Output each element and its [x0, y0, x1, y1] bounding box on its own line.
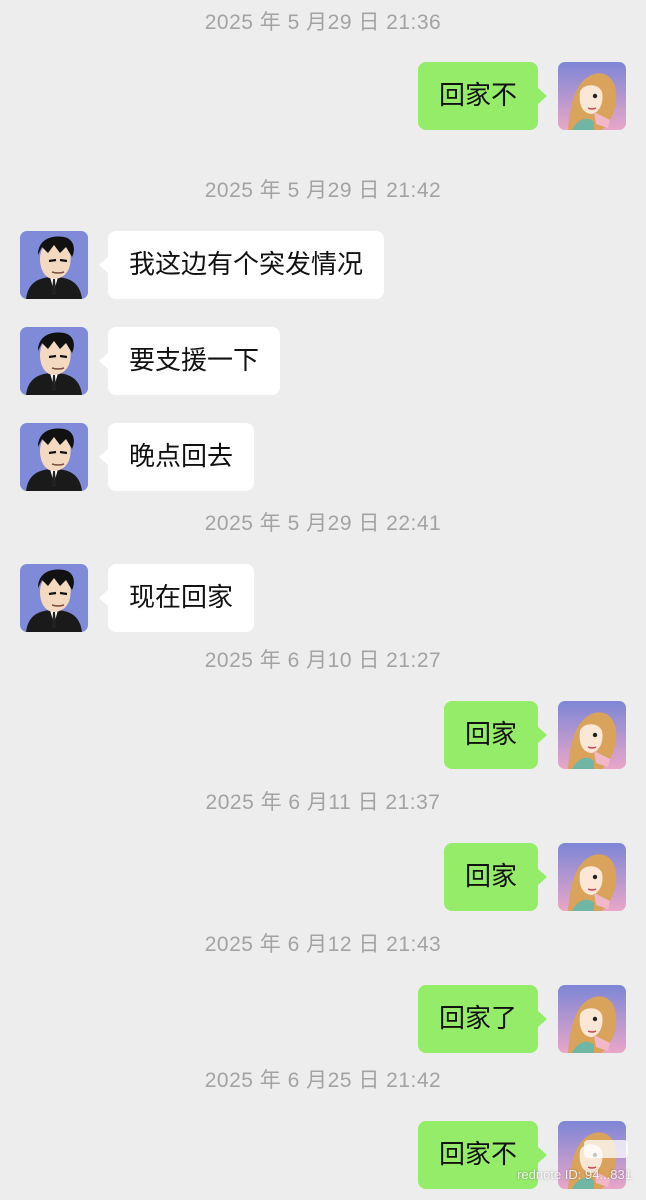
- cartoon-woman-avatar-icon: [558, 985, 626, 1053]
- contact-avatar[interactable]: [20, 423, 88, 491]
- timestamp: 2025 年 6 月10 日 21:27: [204, 649, 442, 672]
- message-bubble-outgoing[interactable]: 回家: [443, 701, 548, 769]
- timestamp: 2025 年 5 月29 日 21:42: [204, 179, 442, 202]
- timestamp: 2025 年 5 月29 日 22:41: [204, 512, 442, 535]
- timestamp: 2025 年 5 月29 日 21:36: [204, 11, 442, 34]
- my-avatar[interactable]: [558, 62, 626, 130]
- my-avatar[interactable]: [558, 985, 626, 1053]
- rednote-logo-icon: [584, 1140, 628, 1158]
- message-bubble-incoming[interactable]: 现在回家: [98, 564, 255, 632]
- cartoon-woman-avatar-icon: [558, 843, 626, 911]
- my-avatar[interactable]: [558, 701, 626, 769]
- my-avatar[interactable]: [558, 843, 626, 911]
- contact-avatar[interactable]: [20, 231, 88, 299]
- cartoon-man-in-suit-avatar-icon: [20, 327, 88, 395]
- contact-avatar[interactable]: [20, 327, 88, 395]
- cartoon-man-in-suit-avatar-icon: [20, 564, 88, 632]
- message-bubble-incoming[interactable]: 要支援一下: [98, 327, 281, 395]
- cartoon-woman-avatar-icon: [558, 62, 626, 130]
- message-bubble-outgoing[interactable]: 回家不: [417, 62, 548, 130]
- timestamp: 2025 年 6 月12 日 21:43: [204, 933, 442, 956]
- message-bubble-incoming[interactable]: 我这边有个突发情况: [98, 231, 385, 299]
- watermark: rednote ID: 94...831: [517, 1167, 632, 1182]
- timestamp: 2025 年 6 月25 日 21:42: [204, 1069, 442, 1092]
- cartoon-woman-avatar-icon: [558, 701, 626, 769]
- message-bubble-outgoing[interactable]: 回家了: [417, 985, 548, 1053]
- message-bubble-incoming[interactable]: 晚点回去: [98, 423, 255, 491]
- contact-avatar[interactable]: [20, 564, 88, 632]
- timestamp: 2025 年 6 月11 日 21:37: [205, 791, 441, 814]
- cartoon-man-in-suit-avatar-icon: [20, 423, 88, 491]
- cartoon-man-in-suit-avatar-icon: [20, 231, 88, 299]
- message-bubble-outgoing[interactable]: 回家: [443, 843, 548, 911]
